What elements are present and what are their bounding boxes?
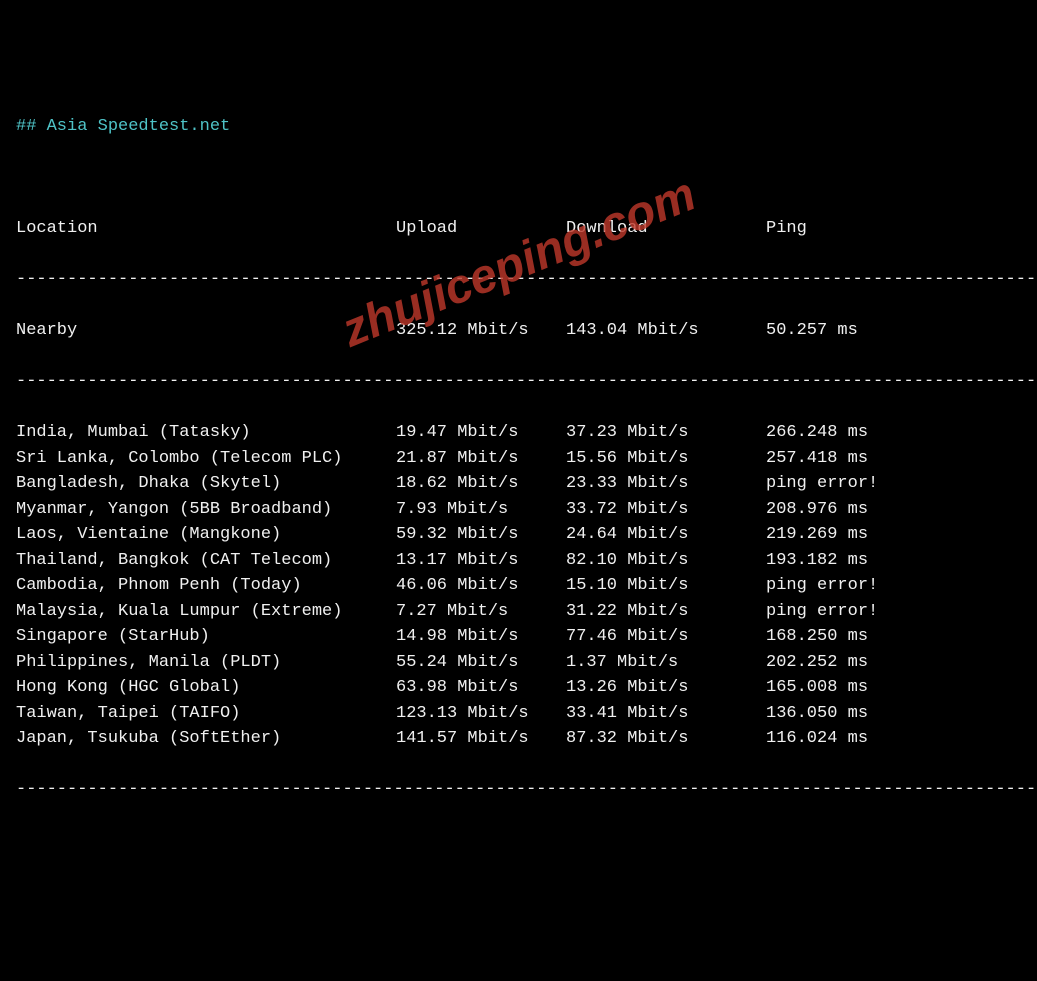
cell-download: 24.64 Mbit/s xyxy=(566,522,766,548)
table-row: Sri Lanka, Colombo (Telecom PLC)21.87 Mb… xyxy=(16,446,1021,472)
table-row: Thailand, Bangkok (CAT Telecom)13.17 Mbi… xyxy=(16,548,1021,574)
cell-upload: 59.32 Mbit/s xyxy=(396,522,566,548)
cell-download: 33.72 Mbit/s xyxy=(566,497,766,523)
table-row: Malaysia, Kuala Lumpur (Extreme)7.27 Mbi… xyxy=(16,599,1021,625)
results-body: India, Mumbai (Tatasky)19.47 Mbit/s37.23… xyxy=(16,420,1021,752)
cell-upload: 63.98 Mbit/s xyxy=(396,675,566,701)
cell-download: 15.10 Mbit/s xyxy=(566,573,766,599)
header-download: Download xyxy=(566,216,766,242)
cell-ping: 116.024 ms xyxy=(766,726,868,752)
cell-upload: 18.62 Mbit/s xyxy=(396,471,566,497)
cell-upload: 14.98 Mbit/s xyxy=(396,624,566,650)
table-row: Japan, Tsukuba (SoftEther)141.57 Mbit/s8… xyxy=(16,726,1021,752)
table-row: Hong Kong (HGC Global)63.98 Mbit/s13.26 … xyxy=(16,675,1021,701)
cell-download: 13.26 Mbit/s xyxy=(566,675,766,701)
cell-ping: 208.976 ms xyxy=(766,497,868,523)
cell-ping: 50.257 ms xyxy=(766,318,858,344)
cell-location: Hong Kong (HGC Global) xyxy=(16,675,396,701)
cell-upload: 19.47 Mbit/s xyxy=(396,420,566,446)
cell-ping: 193.182 ms xyxy=(766,548,868,574)
cell-download: 15.56 Mbit/s xyxy=(566,446,766,472)
table-row: Philippines, Manila (PLDT)55.24 Mbit/s1.… xyxy=(16,650,1021,676)
cell-ping: 219.269 ms xyxy=(766,522,868,548)
cell-ping: ping error! xyxy=(766,573,878,599)
cell-download: 143.04 Mbit/s xyxy=(566,318,766,344)
cell-upload: 7.27 Mbit/s xyxy=(396,599,566,625)
cell-upload: 13.17 Mbit/s xyxy=(396,548,566,574)
header-row: LocationUploadDownloadPing xyxy=(16,216,1021,242)
cell-upload: 55.24 Mbit/s xyxy=(396,650,566,676)
cell-upload: 123.13 Mbit/s xyxy=(396,701,566,727)
cell-ping: 168.250 ms xyxy=(766,624,868,650)
table-row: India, Mumbai (Tatasky)19.47 Mbit/s37.23… xyxy=(16,420,1021,446)
header-upload: Upload xyxy=(396,216,566,242)
cell-location: Sri Lanka, Colombo (Telecom PLC) xyxy=(16,446,396,472)
cell-ping: ping error! xyxy=(766,471,878,497)
cell-download: 37.23 Mbit/s xyxy=(566,420,766,446)
cell-ping: 202.252 ms xyxy=(766,650,868,676)
table-row: Bangladesh, Dhaka (Skytel)18.62 Mbit/s23… xyxy=(16,471,1021,497)
blank-line xyxy=(16,165,1021,191)
cell-ping: ping error! xyxy=(766,599,878,625)
cell-location: Singapore (StarHub) xyxy=(16,624,396,650)
cell-ping: 266.248 ms xyxy=(766,420,868,446)
cell-location: Thailand, Bangkok (CAT Telecom) xyxy=(16,548,396,574)
cell-location: Bangladesh, Dhaka (Skytel) xyxy=(16,471,396,497)
section-title: ## Asia Speedtest.net xyxy=(16,114,1021,140)
cell-location: Malaysia, Kuala Lumpur (Extreme) xyxy=(16,599,396,625)
cell-download: 23.33 Mbit/s xyxy=(566,471,766,497)
cell-location: Myanmar, Yangon (5BB Broadband) xyxy=(16,497,396,523)
table-row: Singapore (StarHub)14.98 Mbit/s77.46 Mbi… xyxy=(16,624,1021,650)
cell-download: 1.37 Mbit/s xyxy=(566,650,766,676)
cell-download: 82.10 Mbit/s xyxy=(566,548,766,574)
cell-location: Cambodia, Phnom Penh (Today) xyxy=(16,573,396,599)
cell-ping: 136.050 ms xyxy=(766,701,868,727)
cell-upload: 325.12 Mbit/s xyxy=(396,318,566,344)
cell-upload: 21.87 Mbit/s xyxy=(396,446,566,472)
header-ping: Ping xyxy=(766,216,807,242)
cell-download: 87.32 Mbit/s xyxy=(566,726,766,752)
divider-line: ----------------------------------------… xyxy=(16,369,1021,395)
cell-download: 31.22 Mbit/s xyxy=(566,599,766,625)
cell-location: Philippines, Manila (PLDT) xyxy=(16,650,396,676)
cell-upload: 7.93 Mbit/s xyxy=(396,497,566,523)
table-row: Taiwan, Taipei (TAIFO)123.13 Mbit/s33.41… xyxy=(16,701,1021,727)
header-location: Location xyxy=(16,216,396,242)
cell-ping: 165.008 ms xyxy=(766,675,868,701)
cell-upload: 141.57 Mbit/s xyxy=(396,726,566,752)
divider-line: ----------------------------------------… xyxy=(16,267,1021,293)
cell-ping: 257.418 ms xyxy=(766,446,868,472)
cell-download: 77.46 Mbit/s xyxy=(566,624,766,650)
cell-location: Japan, Tsukuba (SoftEther) xyxy=(16,726,396,752)
nearby-row: Nearby325.12 Mbit/s143.04 Mbit/s50.257 m… xyxy=(16,318,1021,344)
table-row: Cambodia, Phnom Penh (Today)46.06 Mbit/s… xyxy=(16,573,1021,599)
cell-location: Taiwan, Taipei (TAIFO) xyxy=(16,701,396,727)
table-row: Laos, Vientaine (Mangkone)59.32 Mbit/s24… xyxy=(16,522,1021,548)
divider-line: ----------------------------------------… xyxy=(16,777,1021,803)
cell-upload: 46.06 Mbit/s xyxy=(396,573,566,599)
cell-download: 33.41 Mbit/s xyxy=(566,701,766,727)
table-row: Myanmar, Yangon (5BB Broadband)7.93 Mbit… xyxy=(16,497,1021,523)
cell-location: Laos, Vientaine (Mangkone) xyxy=(16,522,396,548)
cell-location: Nearby xyxy=(16,318,396,344)
cell-location: India, Mumbai (Tatasky) xyxy=(16,420,396,446)
